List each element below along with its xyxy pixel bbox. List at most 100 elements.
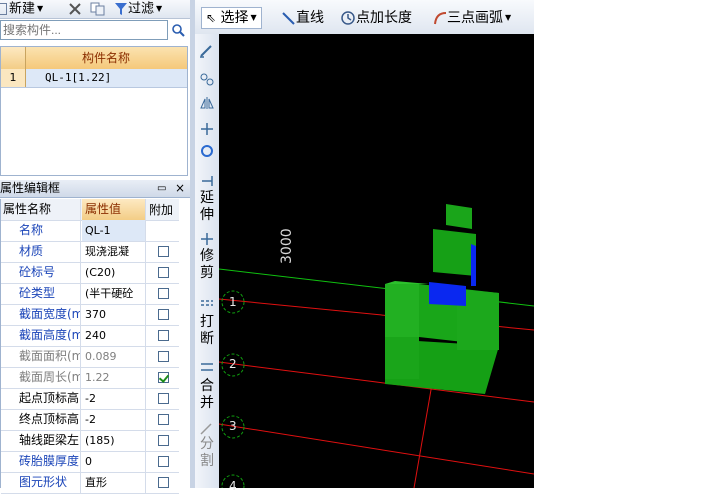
property-value[interactable]: 240 xyxy=(82,325,146,346)
new-dropdown-icon[interactable]: ▼ xyxy=(37,4,43,13)
property-add-cell xyxy=(147,262,179,283)
property-value[interactable]: -2 xyxy=(82,409,146,430)
trim-icon[interactable] xyxy=(199,232,215,246)
point-length-button[interactable]: 点加长度 xyxy=(340,8,412,28)
property-value[interactable]: (半干硬砼 xyxy=(82,283,146,304)
trim-button[interactable]: 修剪 xyxy=(199,248,215,282)
add-checkbox[interactable] xyxy=(157,456,169,467)
add-checkbox[interactable] xyxy=(157,288,169,299)
arc-dropdown-icon[interactable]: ▼ xyxy=(505,13,511,22)
property-panel-title: 属性编辑框 xyxy=(0,181,61,195)
component-toolbar: 新建 ▼ 过滤 ▼ xyxy=(0,0,190,19)
brush-icon[interactable] xyxy=(199,44,215,58)
property-value[interactable]: QL-1 xyxy=(82,220,146,241)
property-value[interactable]: 1.22 xyxy=(82,367,146,388)
property-panel-title-bar: 属性编辑框 ▭ × xyxy=(0,180,190,198)
add-checkbox[interactable] xyxy=(157,267,169,278)
new-button[interactable]: 新建 ▼ xyxy=(0,0,43,18)
property-value[interactable]: 现浇混凝 xyxy=(82,241,146,262)
split-button[interactable]: 分割 xyxy=(199,436,215,470)
property-row[interactable]: 砼标号 (C20) xyxy=(1,262,179,284)
move-icon[interactable] xyxy=(199,122,215,136)
delete-icon xyxy=(69,3,81,15)
property-value[interactable]: 0 xyxy=(82,451,146,472)
property-value-header: 属性值 xyxy=(82,199,146,220)
search-button[interactable] xyxy=(168,20,188,40)
property-value[interactable]: -2 xyxy=(82,388,146,409)
property-row[interactable]: 图元形状 直形 xyxy=(1,472,179,494)
property-add-cell xyxy=(147,220,179,241)
pin-icon[interactable]: ▭ xyxy=(157,180,166,197)
merge-icon[interactable] xyxy=(199,360,215,374)
ring-beam-3d[interactable] xyxy=(385,204,499,394)
mirror-icon[interactable] xyxy=(199,96,215,110)
property-value[interactable]: (185) xyxy=(82,430,146,451)
break-button[interactable]: 打断 xyxy=(199,314,215,348)
table-row[interactable]: 1 QL-1[1.22] xyxy=(1,69,187,88)
property-name: 截面高度(m xyxy=(1,325,81,346)
property-name: 砼标号 xyxy=(1,262,81,283)
extend-icon[interactable] xyxy=(199,174,215,188)
close-icon[interactable]: × xyxy=(175,180,185,197)
add-checkbox[interactable] xyxy=(157,330,169,341)
property-value[interactable]: (C20) xyxy=(82,262,146,283)
add-checkbox[interactable] xyxy=(157,414,169,425)
add-checkbox[interactable] xyxy=(157,309,169,320)
property-value[interactable]: 直形 xyxy=(82,472,146,493)
property-table-header: 属性名称 属性值 附加 xyxy=(1,199,179,221)
add-checkbox[interactable] xyxy=(157,435,169,446)
break-icon[interactable] xyxy=(199,296,215,310)
filter-dropdown-icon[interactable]: ▼ xyxy=(156,4,162,13)
property-value[interactable]: 0.089 xyxy=(82,346,146,367)
property-row[interactable]: 砼类型 (半干硬砼 xyxy=(1,283,179,305)
property-row[interactable]: 截面宽度(m 370 xyxy=(1,304,179,326)
arc-icon xyxy=(434,12,447,25)
copy-move-icon[interactable] xyxy=(199,72,215,86)
property-row[interactable]: 截面高度(m 240 xyxy=(1,325,179,347)
split-icon[interactable] xyxy=(199,422,215,436)
add-checkbox[interactable] xyxy=(157,372,169,383)
add-checkbox[interactable] xyxy=(157,246,169,257)
property-value[interactable]: 370 xyxy=(82,304,146,325)
extend-button[interactable]: 延伸 xyxy=(199,190,215,224)
new-label: 新建 xyxy=(9,1,36,17)
delete-button[interactable] xyxy=(68,0,82,18)
property-row[interactable]: 截面周长(m 1.22 xyxy=(1,367,179,389)
new-icon xyxy=(0,3,7,15)
axis-label-4: 4 xyxy=(229,479,237,493)
select-button[interactable]: ⇖ 选择 ▼ xyxy=(201,7,262,29)
property-name: 截面宽度(m xyxy=(1,304,81,325)
three-point-arc-label: 三点画弧 xyxy=(447,10,503,26)
filter-label: 过滤 xyxy=(128,1,155,17)
property-row[interactable]: 材质 现浇混凝 xyxy=(1,241,179,263)
property-name: 材质 xyxy=(1,241,81,262)
property-row[interactable]: 起点顶标高 -2 xyxy=(1,388,179,410)
row-number-header xyxy=(1,47,26,69)
property-add-cell xyxy=(147,430,179,451)
property-add-cell xyxy=(147,346,179,367)
merge-button[interactable]: 合并 xyxy=(199,378,215,412)
property-row[interactable]: 截面面积(m 0.089 xyxy=(1,346,179,368)
rotate-icon[interactable] xyxy=(199,144,215,158)
add-checkbox[interactable] xyxy=(157,477,169,488)
property-row[interactable]: 终点顶标高 -2 xyxy=(1,409,179,431)
property-add-header: 附加 xyxy=(149,203,174,217)
component-name-header[interactable]: 构件名称 xyxy=(25,47,187,69)
component-search-input[interactable] xyxy=(0,20,168,40)
property-name: 起点顶标高 xyxy=(1,388,81,409)
add-checkbox[interactable] xyxy=(157,351,169,362)
select-dropdown-icon[interactable]: ▼ xyxy=(251,13,257,22)
dimension-label: 3000 xyxy=(279,228,295,264)
drawing-canvas[interactable]: 3000 1 2 3 4 xyxy=(218,34,535,494)
line-button[interactable]: 直线 xyxy=(282,8,324,28)
copy-button[interactable] xyxy=(90,0,106,18)
three-point-arc-button[interactable]: 三点画弧 ▼ xyxy=(433,8,511,28)
search-icon xyxy=(172,24,185,37)
property-row[interactable]: 名称 QL-1 xyxy=(1,220,179,242)
add-checkbox[interactable] xyxy=(157,393,169,404)
filter-button[interactable]: 过滤 ▼ xyxy=(114,0,162,18)
property-row[interactable]: 砖胎膜厚度 0 xyxy=(1,451,179,473)
property-name: 终点顶标高 xyxy=(1,409,81,430)
component-list: 构件名称 1 QL-1[1.22] xyxy=(0,46,188,176)
property-row[interactable]: 轴线距梁左 (185) xyxy=(1,430,179,452)
